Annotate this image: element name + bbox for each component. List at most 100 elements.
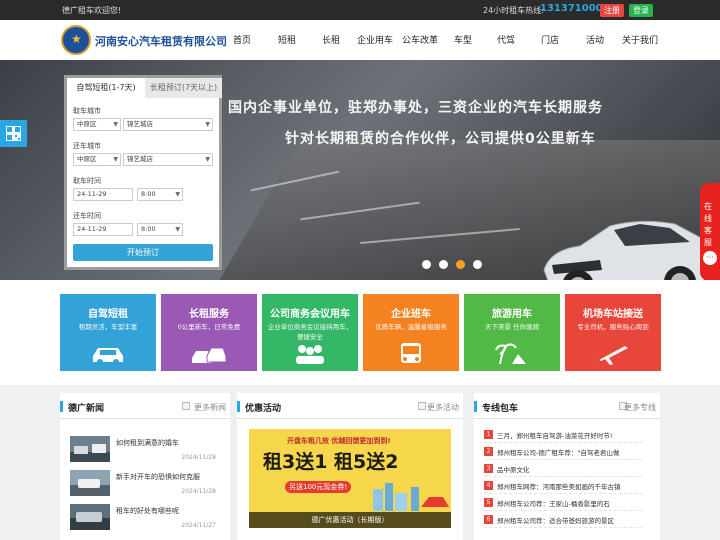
nav-events[interactable]: 活动	[586, 33, 604, 46]
service-business[interactable]: 公司商务会议用车 企业单位商务会议接待用车，便捷安全	[262, 294, 358, 371]
pickup-district-select[interactable]: 中原区 ▼	[73, 118, 121, 131]
service-title: 长租服务	[189, 309, 229, 320]
return-store-value: 锦艺城店	[127, 155, 153, 163]
news-item[interactable]: 如何租到满意的婚车 2024/11/28	[70, 436, 216, 462]
news-thumbnail	[70, 436, 110, 462]
news-thumbnail	[70, 504, 110, 530]
promo-panel: 优惠活动 更多活动 开盘车租几效 优越回馈更加到到! 租3送1 租5送2 另送1…	[237, 393, 463, 540]
service-title: 企业班车	[391, 309, 431, 320]
service-tour[interactable]: 旅游用车 天下美景 任你驰骋	[464, 294, 560, 371]
chevron-down-icon: ▼	[205, 156, 210, 163]
chat-icon: ···	[703, 251, 717, 265]
company-name[interactable]: 河南安心汽车租赁有限公司	[95, 33, 227, 49]
more-promo-link[interactable]: 更多活动	[427, 402, 459, 413]
tour-number-badge: 3	[484, 464, 493, 473]
return-district-select[interactable]: 中原区 ▼	[73, 153, 121, 166]
promo-big-text: 租3送1 租5送2	[263, 451, 399, 473]
nav-enterprise[interactable]: 企业用车	[357, 33, 393, 46]
welcome-text: 德广租车欢迎您!	[62, 6, 122, 15]
service-title: 自驾短租	[88, 309, 128, 320]
pickup-store-select[interactable]: 锦艺城店 ▼	[123, 118, 213, 131]
tour-item-title: 品中原文化	[497, 466, 530, 474]
more-tours-link[interactable]: 更多专线	[624, 402, 656, 413]
online-service-float[interactable]: 在线客服 ···	[700, 183, 720, 281]
tour-item[interactable]: 2 郑州租车公司-德广租车荐："自驾老君山做	[484, 444, 642, 460]
tour-item[interactable]: 5 郑州租车公司荐：王家山-桶香影里的石	[484, 495, 642, 511]
slide-dot-2[interactable]	[439, 260, 448, 269]
nav-chauffeur[interactable]: 代驾	[497, 33, 515, 46]
group-icon	[296, 345, 324, 364]
pickup-hour-select[interactable]: 8:00 ▼	[137, 188, 183, 201]
login-button[interactable]: 登录	[629, 4, 653, 17]
service-subtitle: 专业司机，服务贴心周到	[577, 323, 649, 331]
hotline-label: 24小时租车热线:	[483, 6, 544, 15]
cars-icon	[192, 347, 227, 363]
pickup-hour-value: 8:00	[141, 190, 156, 198]
tour-item-title: 郑州租车公司荐：王家山-桶香影里的石	[497, 500, 610, 508]
pickup-date-input[interactable]: 24-11-29	[73, 188, 133, 201]
more-news-link[interactable]: 更多新闻	[194, 402, 226, 413]
return-date-input[interactable]: 24-11-29	[73, 223, 133, 236]
header: ★ 河南安心汽车租赁有限公司 首页 短租 长租 企业用车 公车改革 车型 代驾 …	[0, 20, 720, 60]
news-item-title: 新手对开车的恐惧如何克服	[116, 473, 200, 481]
nav-long-rent[interactable]: 长租	[322, 33, 340, 46]
news-item[interactable]: 新手对开车的恐惧如何克服 2024/11/28	[70, 470, 216, 496]
tour-item-title: 郑州租车公司-德广租车荐："自驾老君山做	[497, 449, 620, 457]
tour-item[interactable]: 3 品中原文化	[484, 461, 642, 477]
tours-title: 专线包车	[482, 404, 519, 414]
nav-short-rent[interactable]: 短租	[278, 33, 296, 46]
pickup-time-label: 取车时间	[73, 177, 101, 185]
city-skyline-icon	[373, 483, 449, 511]
tour-number-badge: 5	[484, 498, 493, 507]
tour-item[interactable]: 6 郑州租车公司荐：适合带爸妈旅游的景区	[484, 512, 642, 528]
register-button[interactable]: 注册	[600, 4, 624, 17]
chevron-down-icon: ▼	[113, 121, 118, 128]
slide-dot-3-active[interactable]	[456, 260, 465, 269]
tours-panel: 专线包车 更多专线 1 三月，郑州租车自驾游-油菜花开好时节! 2 郑州租车公司-德…	[474, 393, 660, 540]
chevron-down-icon: ▼	[113, 156, 118, 163]
return-hour-select[interactable]: 8:00 ▼	[137, 223, 183, 236]
service-title: 公司商务会议用车	[270, 309, 350, 320]
news-item-date: 2024/11/27	[181, 522, 216, 529]
plane-icon	[599, 346, 628, 365]
more-icon	[418, 402, 426, 410]
return-store-select[interactable]: 锦艺城店 ▼	[123, 153, 213, 166]
news-item-title: 租车的好处有哪些呢	[116, 507, 179, 515]
service-title: 机场车站接送	[583, 309, 643, 320]
tab-short-rent[interactable]: 自驾短租(1-7天)	[67, 78, 145, 98]
news-thumbnail	[70, 470, 110, 496]
slide-dot-4[interactable]	[473, 260, 482, 269]
news-item[interactable]: 租车的好处有哪些呢 2024/11/27	[70, 504, 216, 530]
service-shuttle[interactable]: 企业班车 优质车辆，温馨星级服务	[363, 294, 459, 371]
service-long-rent[interactable]: 长租服务 0公里新车，日常免费	[161, 294, 257, 371]
palm-icon	[495, 343, 526, 365]
qr-code-float[interactable]	[0, 120, 27, 147]
tour-item[interactable]: 1 三月，郑州租车自驾游-油菜花开好时节!	[484, 427, 642, 443]
more-icon	[182, 402, 190, 410]
nav-stores[interactable]: 门店	[541, 33, 559, 46]
tour-item[interactable]: 4 郑州租车网荐：河南那些美如画的千年古镇	[484, 478, 642, 494]
qr-code-icon	[6, 126, 21, 141]
pickup-city-label: 取车城市	[73, 107, 101, 115]
promo-headline: 开盘车租几效 优越回馈更加到到!	[287, 437, 391, 445]
nav-about[interactable]: 关于我们	[622, 33, 658, 46]
news-panel: 德广新闻 更多新闻 如何租到满意的婚车 2024/11/28 新手对开车的恐惧如…	[60, 393, 230, 540]
start-booking-button[interactable]: 开始预订	[73, 244, 213, 261]
logo-icon[interactable]: ★	[61, 25, 91, 55]
slide-dot-1[interactable]	[422, 260, 431, 269]
service-title: 旅游用车	[492, 309, 532, 320]
nav-models[interactable]: 车型	[454, 33, 472, 46]
tour-item-title: 郑州租车网荐：河南那些美如画的千年古镇	[497, 483, 621, 491]
car-image	[543, 220, 714, 280]
return-date-value: 24-11-29	[77, 225, 107, 233]
promo-banner[interactable]: 开盘车租几效 优越回馈更加到到! 租3送1 租5送2 另送100元现金券! 德广…	[249, 429, 451, 528]
nav-reform[interactable]: 公车改革	[402, 33, 438, 46]
news-item-date: 2024/11/28	[181, 488, 216, 495]
service-short-rent[interactable]: 自驾短租 租期灵活，车型丰富	[60, 294, 156, 371]
chevron-down-icon: ▼	[205, 121, 210, 128]
service-airport[interactable]: 机场车站接送 专业司机，服务贴心周到	[565, 294, 661, 371]
tour-item-title: 三月，郑州租车自驾游-油菜花开好时节!	[497, 432, 613, 440]
nav-home[interactable]: 首页	[233, 33, 251, 46]
tab-long-rent[interactable]: 长租预订(7天以上)	[145, 78, 222, 98]
promo-coupon: 另送100元现金券!	[285, 481, 352, 493]
